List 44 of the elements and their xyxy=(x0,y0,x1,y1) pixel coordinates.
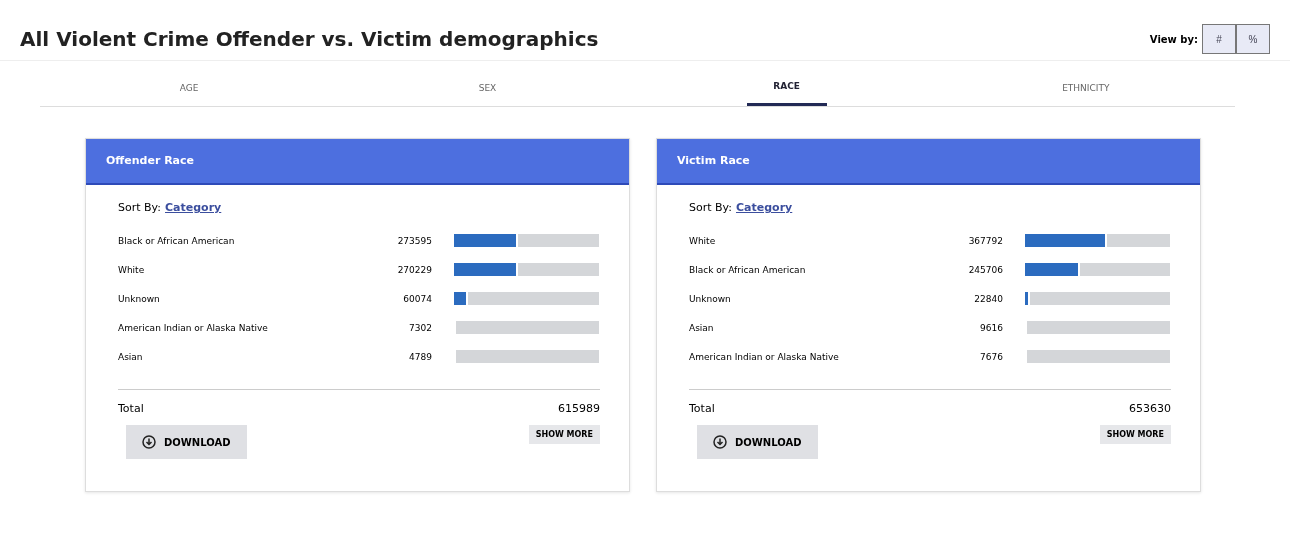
category-label: White xyxy=(689,235,717,246)
count-value: 367792 xyxy=(967,235,1003,246)
view-option-button[interactable]: # xyxy=(1202,24,1236,54)
count-value: 60074 xyxy=(402,293,432,304)
show-more-button[interactable]: SHOW MORE xyxy=(528,425,600,444)
category-label: Asian xyxy=(118,351,144,362)
total-label: Total xyxy=(689,402,715,415)
panel-header: Victim Race xyxy=(657,139,1200,185)
total-label: Total xyxy=(118,402,144,415)
category-label: American Indian or Alaska Native xyxy=(118,322,269,333)
category-label: Black or African American xyxy=(689,264,807,275)
category-label: American Indian or Alaska Native xyxy=(689,351,840,362)
download-icon xyxy=(713,435,727,449)
tab[interactable]: AGE xyxy=(40,69,339,106)
count-value: 4789 xyxy=(408,351,432,362)
category-label: Asian xyxy=(689,322,715,333)
view-by-label: View by: xyxy=(1149,33,1198,45)
download-button[interactable]: DOWNLOAD xyxy=(126,425,247,459)
sort-label: Sort By: xyxy=(118,201,161,214)
sort-link[interactable]: Category xyxy=(165,201,222,214)
category-label: Unknown xyxy=(118,293,161,304)
view-option-button[interactable]: % xyxy=(1236,24,1270,54)
category-label: Black or African American xyxy=(118,235,236,246)
tab[interactable]: SEX xyxy=(338,69,637,106)
total-value: 615989 xyxy=(558,402,600,415)
tab[interactable]: ETHNICITY xyxy=(936,69,1235,106)
category-label: White xyxy=(118,264,146,275)
count-value: 7302 xyxy=(408,322,432,333)
count-value: 245706 xyxy=(967,264,1003,275)
total-value: 653630 xyxy=(1129,402,1171,415)
category-label: Unknown xyxy=(689,293,732,304)
tab[interactable]: RACE xyxy=(746,69,827,106)
download-icon xyxy=(142,435,156,449)
show-more-button[interactable]: SHOW MORE xyxy=(1099,425,1171,444)
sort-link[interactable]: Category xyxy=(736,201,793,214)
download-button[interactable]: DOWNLOAD xyxy=(697,425,818,459)
panel-header: Offender Race xyxy=(86,139,629,185)
sort-label: Sort By: xyxy=(689,201,732,214)
count-value: 22840 xyxy=(973,293,1003,304)
count-value: 9616 xyxy=(979,322,1003,333)
count-value: 273595 xyxy=(396,235,432,246)
count-value: 7676 xyxy=(979,351,1003,362)
page-title: All Violent Crime Offender vs. Victim demographics xyxy=(20,27,599,51)
count-value: 270229 xyxy=(396,264,432,275)
